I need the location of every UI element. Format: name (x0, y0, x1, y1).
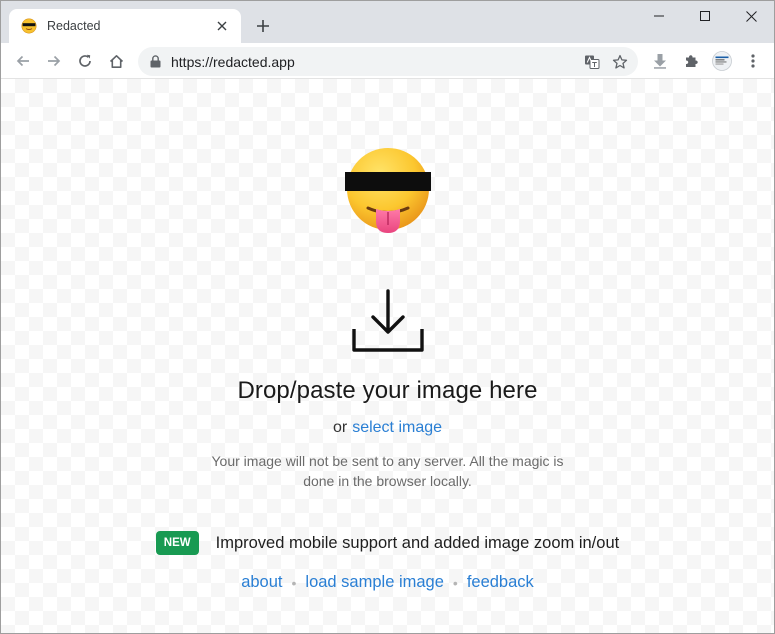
footer-links: about • load sample image • feedback (1, 573, 774, 592)
tab-title: Redacted (47, 19, 101, 33)
or-text: or (332, 419, 348, 436)
footer-separator: • (452, 574, 458, 591)
drop-zone[interactable]: Drop/paste your image here or select ima… (1, 79, 774, 633)
address-bar[interactable]: https://redacted.app (138, 47, 638, 76)
extensions-puzzle-icon[interactable] (677, 47, 705, 75)
browser-toolbar: https://redacted.app (1, 43, 774, 79)
reload-icon[interactable] (71, 47, 99, 75)
back-arrow-icon[interactable] (9, 47, 37, 75)
bookmark-star-icon[interactable] (606, 48, 634, 76)
browser-tab[interactable]: Redacted (9, 9, 241, 43)
privacy-note-text: Your image will not be sent to any serve… (211, 453, 564, 489)
profile-avatar-icon[interactable] (708, 47, 736, 75)
close-tab-icon[interactable] (213, 17, 231, 35)
download-tray-icon (351, 289, 424, 352)
redacted-emoji-favicon-icon (21, 18, 37, 34)
forward-arrow-icon[interactable] (40, 47, 68, 75)
browser-window: Redacted https://redacted.app Drop/paste… (0, 0, 775, 634)
minimize-icon[interactable] (636, 1, 682, 31)
window-controls (636, 1, 774, 31)
select-image-link[interactable]: select image (352, 419, 442, 437)
about-link[interactable]: about (241, 573, 282, 592)
translate-icon[interactable] (578, 48, 606, 76)
load-sample-image-link[interactable]: load sample image (305, 573, 444, 592)
select-line: or select image (1, 419, 774, 437)
download-icon[interactable] (646, 47, 674, 75)
close-window-icon[interactable] (728, 1, 774, 31)
maximize-icon[interactable] (682, 1, 728, 31)
news-banner: NEW Improved mobile support and added im… (1, 531, 774, 555)
new-tab-plus-icon[interactable] (251, 14, 275, 38)
privacy-note: Your image will not be sent to any serve… (1, 451, 774, 491)
news-text: Improved mobile support and added image … (215, 533, 620, 552)
url-text[interactable]: https://redacted.app (171, 54, 578, 70)
drop-headline: Drop/paste your image here (237, 377, 538, 404)
home-icon[interactable] (102, 47, 130, 75)
kebab-menu-icon[interactable] (739, 47, 767, 75)
tab-strip: Redacted (1, 1, 774, 43)
hero-emoji (1, 145, 774, 237)
redacted-tongue-emoji-icon (344, 148, 431, 233)
new-badge: NEW (155, 531, 199, 555)
footer-separator: • (291, 574, 297, 591)
feedback-link[interactable]: feedback (467, 573, 534, 592)
drop-indicator (1, 289, 774, 353)
lock-icon[interactable] (148, 55, 162, 69)
